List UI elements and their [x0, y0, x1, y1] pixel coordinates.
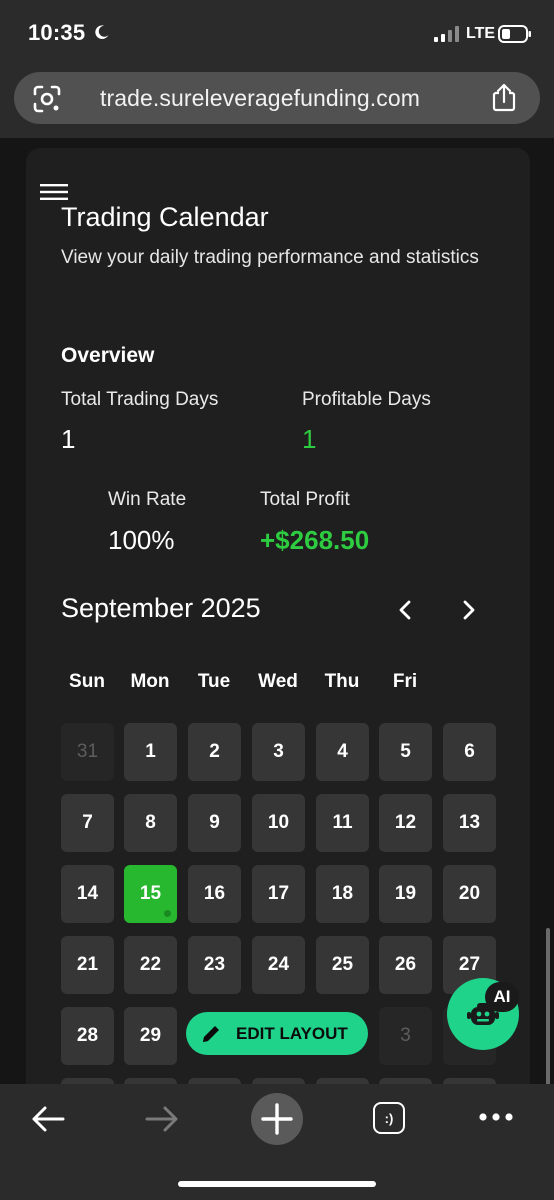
calendar-day[interactable]: 5	[379, 723, 432, 781]
status-time: 10:35	[28, 20, 86, 45]
total-profit-value: +$268.50	[260, 525, 370, 555]
weekday-fri: Fri	[392, 671, 418, 692]
pencil-icon	[203, 1025, 219, 1042]
calendar-day[interactable]: 17	[252, 865, 305, 923]
calendar-day[interactable]: 21	[61, 936, 114, 994]
calendar-day[interactable]: 18	[316, 865, 369, 923]
weekday-sun: Sun	[69, 671, 105, 692]
calendar-day[interactable]: 6	[443, 723, 496, 781]
calendar-day[interactable]: 9	[188, 794, 241, 852]
win-rate-label: Win Rate	[108, 489, 187, 510]
url-text[interactable]: trade.sureleveragefunding.com	[100, 85, 420, 112]
calendar-month-label: September 2025	[61, 593, 261, 623]
profitable-days-label: Profitable Days	[302, 389, 431, 410]
calendar-day[interactable]: 24	[252, 936, 305, 994]
edit-layout-button[interactable]: EDIT LAYOUT	[186, 1012, 368, 1055]
status-bar: 10:35 LTE	[0, 0, 554, 64]
back-arrow-icon[interactable]	[30, 1104, 66, 1134]
page-title: Trading Calendar	[61, 202, 269, 232]
calendar-day[interactable]: 15	[124, 865, 177, 923]
calendar-day[interactable]: 29	[124, 1007, 177, 1065]
calendar-day-outside-month[interactable]: 31	[61, 723, 114, 781]
total-trading-days-value: 1	[61, 424, 76, 454]
weekday-wed: Wed	[258, 671, 298, 692]
chevron-left-icon[interactable]	[395, 598, 417, 622]
weekday-mon: Mon	[130, 671, 170, 692]
calendar-day[interactable]: 8	[124, 794, 177, 852]
calendar-card: Trading Calendar View your daily trading…	[26, 148, 530, 1084]
calendar-day[interactable]: 11	[316, 794, 369, 852]
forward-arrow-icon[interactable]	[144, 1104, 180, 1134]
address-bar[interactable]: trade.sureleveragefunding.com	[14, 72, 540, 124]
calendar-day[interactable]: 2	[188, 723, 241, 781]
profitable-days-value: 1	[302, 424, 317, 454]
calendar-day[interactable]: 25	[316, 936, 369, 994]
battery-icon	[498, 25, 531, 43]
calendar-day[interactable]: 1	[124, 723, 177, 781]
calendar-day[interactable]: 12	[379, 794, 432, 852]
home-indicator	[178, 1181, 376, 1187]
calendar-day[interactable]: 3	[252, 723, 305, 781]
edit-layout-label: EDIT LAYOUT	[236, 1023, 348, 1043]
calendar-day[interactable]: 26	[379, 936, 432, 994]
weekday-tue: Tue	[197, 671, 231, 692]
total-trading-days-label: Total Trading Days	[61, 389, 219, 410]
calendar-day[interactable]: 28	[61, 1007, 114, 1065]
weekday-thu: Thu	[324, 671, 360, 692]
calendar-day[interactable]: 13	[443, 794, 496, 852]
tab-switcher-icon[interactable]: :)	[373, 1102, 405, 1134]
calendar-day[interactable]: 10	[252, 794, 305, 852]
calendar-day[interactable]: 20	[443, 865, 496, 923]
win-rate-value: 100%	[108, 525, 175, 555]
web-page: Trading Calendar View your daily trading…	[0, 138, 554, 1084]
calendar-day[interactable]: 23	[188, 936, 241, 994]
page-scrollbar[interactable]	[546, 928, 550, 1084]
overview-heading: Overview	[61, 344, 155, 367]
share-icon[interactable]	[490, 83, 518, 113]
page-subtitle: View your daily trading performance and …	[61, 247, 479, 268]
browser-url-area: trade.sureleveragefunding.com	[0, 64, 554, 138]
calendar-day-outside-month[interactable]: 3	[379, 1007, 432, 1065]
signal-icon	[434, 26, 459, 42]
more-options-icon[interactable]	[478, 1112, 514, 1122]
calendar-day[interactable]: 19	[379, 865, 432, 923]
ai-badge: AI	[485, 982, 519, 1012]
network-label: LTE	[466, 25, 496, 42]
calendar-day[interactable]: 14	[61, 865, 114, 923]
total-profit-label: Total Profit	[260, 489, 350, 510]
moon-icon	[95, 25, 109, 40]
hamburger-menu-icon[interactable]	[40, 182, 68, 202]
google-lens-icon[interactable]	[32, 84, 62, 114]
calendar-day[interactable]: 7	[61, 794, 114, 852]
calendar-day[interactable]: 4	[316, 723, 369, 781]
new-tab-icon[interactable]	[250, 1092, 304, 1146]
calendar-day[interactable]: 16	[188, 865, 241, 923]
chevron-right-icon[interactable]	[457, 598, 479, 622]
calendar-day[interactable]: 22	[124, 936, 177, 994]
